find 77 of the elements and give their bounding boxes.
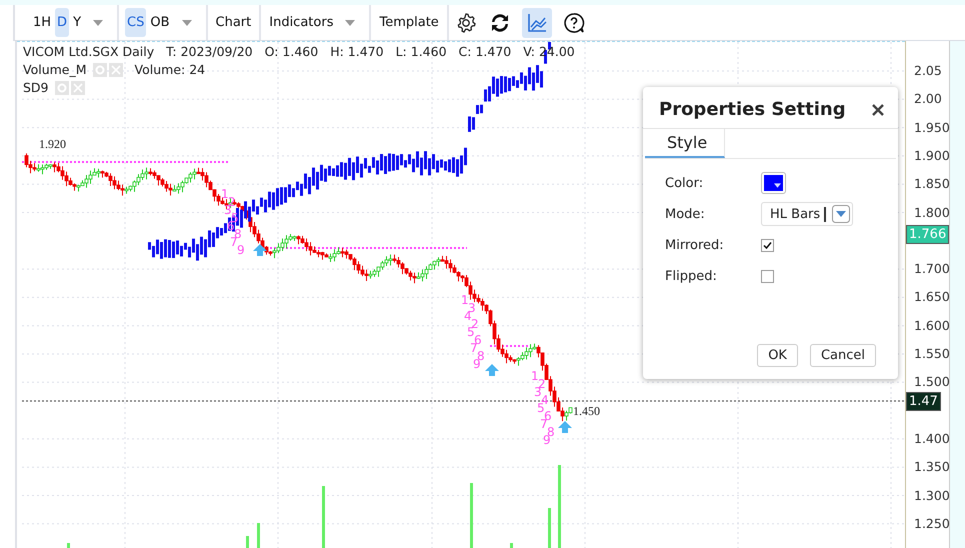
price-annotation: 1.920 bbox=[39, 137, 66, 152]
count-label: 4 bbox=[464, 310, 472, 322]
axis-label: 2.00 bbox=[914, 91, 942, 106]
axis-label: 2.05 bbox=[914, 63, 942, 78]
caret-icon[interactable] bbox=[345, 20, 356, 26]
up-arrow-icon bbox=[558, 421, 572, 433]
ohlc-value: L: 1.460 bbox=[396, 44, 447, 59]
volume-bar bbox=[510, 543, 513, 548]
axis-label: 1.500 bbox=[914, 374, 950, 390]
dialog-button[interactable]: Cancel bbox=[810, 344, 876, 367]
ohlc-value: H: 1.470 bbox=[330, 44, 384, 59]
ohlc-value: T: 2023/09/20 bbox=[166, 44, 253, 59]
volume-bar bbox=[67, 543, 70, 548]
field-label: Flipped: bbox=[665, 268, 718, 284]
axis-label: 1.850 bbox=[914, 176, 950, 192]
period-tab[interactable]: Y bbox=[71, 8, 84, 37]
axis-label: 1.600 bbox=[914, 318, 950, 333]
help-icon[interactable] bbox=[562, 10, 586, 34]
count-label: 5 bbox=[537, 402, 545, 414]
ohlc-value: O: 1.460 bbox=[264, 44, 318, 59]
price-tag: 1.766 bbox=[906, 225, 950, 244]
axis-label: 1.300 bbox=[914, 488, 950, 502]
chart-style-tab[interactable]: CS bbox=[125, 8, 146, 37]
style-tab[interactable]: Style bbox=[645, 129, 725, 158]
count-label: 7 bbox=[470, 342, 478, 354]
volume-bar bbox=[257, 523, 260, 548]
axis-label: 1.950 bbox=[914, 120, 950, 135]
menu-button[interactable]: Indicators bbox=[267, 8, 336, 37]
axis-label: 1.350 bbox=[914, 459, 950, 474]
count-label: 2 bbox=[471, 318, 479, 330]
indicator-name: Volume_M bbox=[23, 62, 87, 77]
count-label: 1 bbox=[221, 188, 229, 200]
caret-icon[interactable] bbox=[93, 20, 104, 26]
caret-icon[interactable] bbox=[182, 20, 192, 26]
count-label: 9 bbox=[237, 244, 245, 256]
axis-label: 1.400 bbox=[914, 430, 950, 446]
volume-bar bbox=[548, 508, 551, 548]
dialog-title: Properties Setting bbox=[659, 99, 846, 120]
mode-dropdown[interactable]: HL Bars bbox=[761, 202, 854, 226]
chart-style-tab[interactable]: OB bbox=[148, 8, 172, 37]
axis-label: 1.900 bbox=[914, 148, 950, 163]
count-label: 1 bbox=[461, 294, 469, 306]
ohlc-value: C: 1.470 bbox=[458, 44, 512, 59]
up-arrow-icon bbox=[485, 364, 499, 376]
line-chart-icon[interactable] bbox=[522, 8, 552, 38]
menu-button[interactable]: Chart bbox=[214, 8, 254, 37]
axis-label: 1.650 bbox=[914, 289, 950, 304]
count-label: 7 bbox=[540, 418, 548, 430]
caret-icon bbox=[774, 183, 781, 188]
checkbox[interactable] bbox=[761, 270, 774, 282]
close-icon[interactable] bbox=[872, 104, 884, 116]
period-tab[interactable]: D bbox=[55, 8, 70, 37]
up-arrow-icon bbox=[253, 244, 267, 256]
period-tab[interactable]: 1H bbox=[31, 8, 54, 37]
field-label: Color: bbox=[665, 176, 704, 190]
menu-button[interactable]: Template bbox=[377, 8, 441, 37]
symbol-title: VICOM Ltd.SGX Daily bbox=[23, 44, 154, 59]
price-annotation: 1.450 bbox=[573, 404, 600, 419]
price-tag: 1.47 bbox=[906, 392, 941, 411]
caret-icon[interactable] bbox=[832, 205, 850, 223]
indicator-value: Volume: 24 bbox=[134, 62, 206, 77]
volume-bar bbox=[322, 486, 325, 548]
level-line bbox=[490, 345, 528, 347]
field-label: Mirrored: bbox=[665, 238, 725, 252]
count-label: 3 bbox=[534, 386, 542, 398]
axis-label: 1.700 bbox=[914, 261, 950, 276]
dropdown-value: HL Bars bbox=[770, 206, 826, 222]
axis-label: 1.250 bbox=[914, 516, 950, 531]
axis-label: 1.800 bbox=[914, 204, 950, 220]
indicator-name: SD9 bbox=[23, 80, 49, 95]
count-label: 1 bbox=[531, 370, 539, 382]
field-label: Mode: bbox=[665, 206, 706, 222]
axis-label: 1.550 bbox=[914, 346, 950, 361]
checkbox[interactable] bbox=[761, 238, 774, 252]
volume-bar bbox=[246, 536, 249, 548]
volume-bar bbox=[470, 483, 473, 548]
dialog-button[interactable]: OK bbox=[757, 344, 798, 367]
